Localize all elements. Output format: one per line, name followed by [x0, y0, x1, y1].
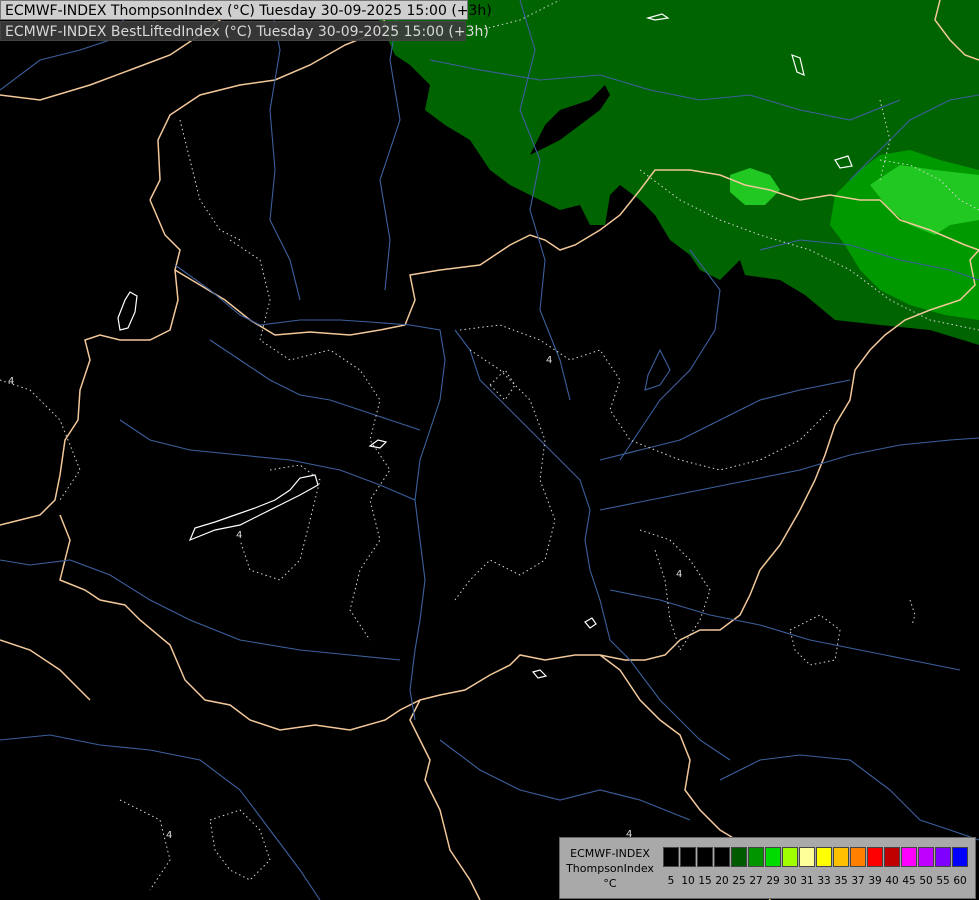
- legend-swatch: [748, 847, 764, 867]
- legend-swatch: [680, 847, 696, 867]
- legend-swatch: [935, 847, 951, 867]
- legend-swatch: [765, 847, 781, 867]
- color-legend: ECMWF-INDEX ThompsonIndex °C 5 10 15 20 25 27…: [559, 837, 976, 899]
- legend-tick-label: 60: [953, 875, 967, 887]
- legend-swatch: [850, 847, 866, 867]
- legend-swatch: [901, 847, 917, 867]
- legend-swatch: [782, 847, 798, 867]
- legend-title-line: ThompsonIndex: [566, 862, 654, 875]
- contour-label: 4: [546, 355, 552, 366]
- contour-label: 4: [8, 376, 14, 387]
- legend-swatches: [663, 847, 969, 867]
- legend-title-line: ECMWF-INDEX: [570, 847, 650, 860]
- map-title-primary: ECMWF-INDEX ThompsonIndex (°C) Tuesday 3…: [0, 0, 492, 20]
- map-title-secondary: ECMWF-INDEX BestLiftedIndex (°C) Tuesday…: [0, 21, 489, 41]
- legend-tick-labels: 5 10 15 20 25 27 29 30 31 33 35 37 39 40 45 50 55 60: [663, 874, 978, 888]
- legend-swatch: [833, 847, 849, 867]
- legend-swatch: [663, 847, 679, 867]
- legend-swatch: [918, 847, 934, 867]
- legend-title: ECMWF-INDEX ThompsonIndex °C: [562, 846, 658, 891]
- legend-swatch: [867, 847, 883, 867]
- weather-map: 4 4 4 4 4 4: [0, 0, 979, 900]
- legend-title-line: °C: [603, 877, 617, 890]
- legend-swatch: [731, 847, 747, 867]
- legend-swatch: [697, 847, 713, 867]
- legend-swatch: [816, 847, 832, 867]
- legend-swatch: [714, 847, 730, 867]
- contour-label: 4: [236, 530, 242, 541]
- contour-label: 4: [676, 569, 682, 580]
- legend-swatch: [799, 847, 815, 867]
- contour-label: 4: [166, 830, 172, 841]
- legend-swatch: [952, 847, 968, 867]
- legend-swatch: [884, 847, 900, 867]
